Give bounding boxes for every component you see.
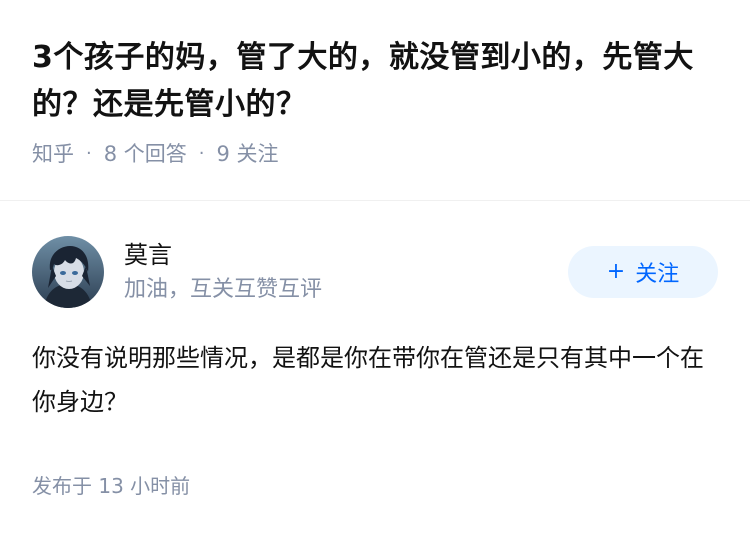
- follow-button[interactable]: + 关注: [568, 246, 718, 298]
- answers-count[interactable]: 8 个回答: [104, 139, 187, 169]
- question-meta: 知乎 · 8 个回答 · 9 关注: [32, 139, 722, 169]
- author-name[interactable]: 莫言: [124, 239, 568, 271]
- answer-content[interactable]: 你没有说明那些情况，是都是你在带你在管还是只有其中一个在你身边？: [32, 336, 712, 424]
- followers-count[interactable]: 9 关注: [217, 139, 279, 169]
- plus-icon: +: [606, 259, 626, 284]
- meta-separator: ·: [86, 143, 92, 164]
- publish-time: 发布于 13 小时前: [32, 474, 191, 498]
- author-headline: 加油，互关互赞互评: [124, 277, 323, 302]
- anime-avatar-icon: [32, 236, 104, 308]
- author-info: 莫言 加油，互关互赞互评: [124, 239, 568, 305]
- follow-label: 关注: [635, 262, 680, 287]
- meta-separator: ·: [198, 143, 205, 164]
- author-row: 莫言 加油，互关互赞互评 + 关注: [32, 236, 718, 308]
- source-label[interactable]: 知乎: [32, 139, 74, 169]
- question-title[interactable]: 3个孩子的妈，管了大的，就没管到小的，先管大的？还是先管小的？: [32, 34, 722, 128]
- answer-card: 莫言 加油，互关互赞互评 + 关注 你没有说明那些情况，是都是你在带你在管还是只…: [32, 236, 718, 500]
- avatar[interactable]: [32, 236, 104, 308]
- divider: [0, 200, 750, 201]
- question-header: 3个孩子的妈，管了大的，就没管到小的，先管大的？还是先管小的？ 知乎 · 8 个…: [32, 34, 722, 169]
